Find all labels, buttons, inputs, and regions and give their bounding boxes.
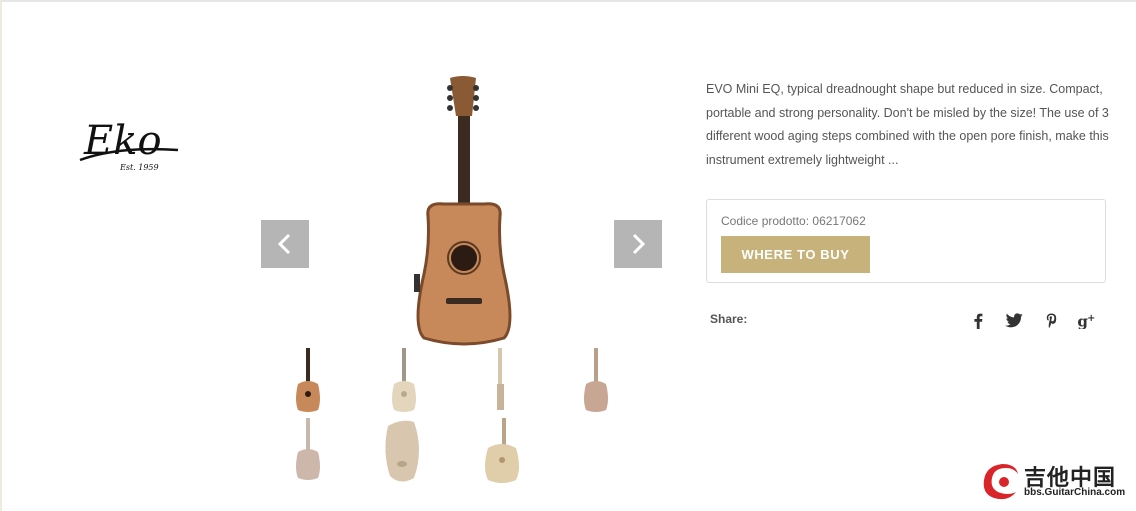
thumbnail-6[interactable] xyxy=(368,416,440,488)
prev-image-button[interactable] xyxy=(261,220,309,268)
product-main-image xyxy=(410,74,518,348)
thumbnail-7[interactable] xyxy=(464,416,536,488)
chevron-left-icon xyxy=(277,233,291,255)
pinterest-icon[interactable] xyxy=(1040,310,1062,332)
thumbnail-strip xyxy=(272,344,656,488)
next-image-button[interactable] xyxy=(614,220,662,268)
buy-box: Codice prodotto: 06217062 WHERE TO BUY xyxy=(706,199,1106,283)
svg-text:Eko: Eko xyxy=(83,118,162,164)
thumbnail-3[interactable] xyxy=(464,344,536,416)
thumbnail-1[interactable] xyxy=(272,344,344,416)
facebook-icon[interactable] xyxy=(967,310,989,332)
left-border xyxy=(0,0,2,511)
logo-tagline: Est. 1959 xyxy=(119,163,159,172)
twitter-icon[interactable] xyxy=(1003,310,1025,332)
thumbnail-5[interactable] xyxy=(272,416,344,488)
svg-text:+: + xyxy=(1087,313,1095,324)
top-border xyxy=(0,0,1136,2)
share-label: Share: xyxy=(710,312,748,326)
thumbnail-4[interactable] xyxy=(560,344,632,416)
product-code: Codice prodotto: 06217062 xyxy=(721,214,866,228)
google-plus-icon[interactable]: g + xyxy=(1077,310,1099,332)
guitarchina-logo-icon xyxy=(983,464,1018,500)
site-watermark: 吉他中国 bbs.GuitarChina.com xyxy=(980,460,1132,502)
eko-logo[interactable]: Eko Est. 1959 xyxy=(78,112,182,174)
thumbnail-2[interactable] xyxy=(368,344,440,416)
where-to-buy-button[interactable]: WHERE TO BUY xyxy=(721,236,870,273)
chevron-right-icon xyxy=(632,233,646,255)
product-description: EVO Mini EQ, typical dreadnought shape b… xyxy=(706,82,1109,167)
watermark-subtitle: bbs.GuitarChina.com xyxy=(1024,487,1126,498)
